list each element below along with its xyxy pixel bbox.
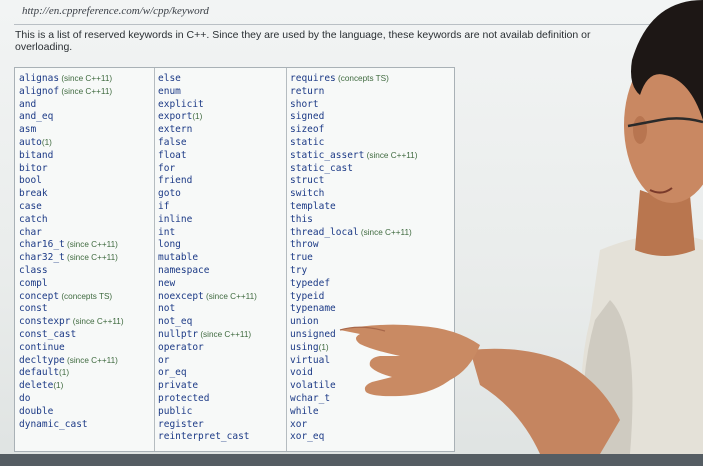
video-progress-bar [0, 454, 703, 466]
presenter-photo [339, 0, 703, 454]
presenter-ear [633, 116, 647, 144]
presenter-hand [340, 324, 480, 397]
